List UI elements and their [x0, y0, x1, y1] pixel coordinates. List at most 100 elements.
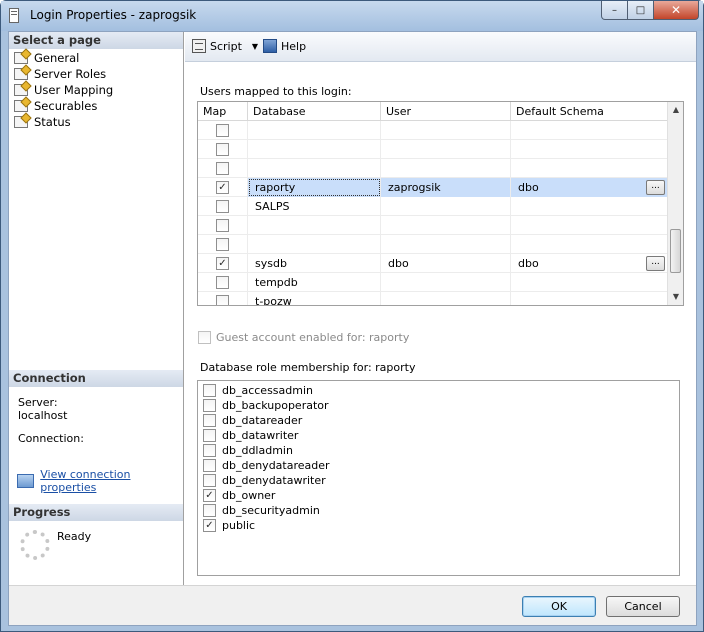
table-row[interactable]: ✓ raporty zaprogsik dbo...: [198, 178, 668, 197]
table-row[interactable]: ✓ sysdb dbo dbo...: [198, 254, 668, 273]
role-checkbox[interactable]: [203, 474, 216, 487]
map-checkbox[interactable]: [216, 162, 229, 175]
user-cell[interactable]: dbo: [381, 254, 511, 273]
role-checkbox[interactable]: [203, 429, 216, 442]
database-cell[interactable]: raporty: [248, 178, 381, 197]
default-schema-cell[interactable]: [511, 273, 668, 292]
page-status[interactable]: Status: [14, 114, 71, 130]
scroll-up-arrow-icon[interactable]: ▲: [668, 102, 683, 118]
dropdown-arrow-icon[interactable]: ▼: [252, 42, 258, 51]
column-header-default-schema[interactable]: Default Schema: [511, 102, 668, 121]
column-header-user[interactable]: User: [381, 102, 511, 121]
script-button[interactable]: Script ▼: [192, 39, 258, 53]
default-schema-cell[interactable]: dbo...: [511, 254, 668, 273]
table-row[interactable]: SALPS: [198, 197, 668, 216]
user-cell[interactable]: [381, 292, 511, 305]
browse-schema-button[interactable]: ...: [646, 256, 665, 271]
default-schema-cell[interactable]: [511, 197, 668, 216]
table-row[interactable]: t-pozw: [198, 292, 668, 305]
user-cell[interactable]: [381, 235, 511, 254]
role-checkbox[interactable]: [203, 459, 216, 472]
role-checkbox[interactable]: [203, 399, 216, 412]
role-item[interactable]: ✓ db_owner: [203, 489, 275, 502]
default-schema-cell[interactable]: dbo...: [511, 178, 668, 197]
database-cell[interactable]: [248, 235, 381, 254]
column-header-map[interactable]: Map: [198, 102, 248, 121]
map-checkbox[interactable]: [216, 124, 229, 137]
role-checkbox[interactable]: ✓: [203, 489, 216, 502]
user-cell[interactable]: [381, 140, 511, 159]
map-checkbox[interactable]: [216, 276, 229, 289]
table-row[interactable]: [198, 159, 668, 178]
role-item[interactable]: db_datawriter: [203, 429, 298, 442]
map-checkbox[interactable]: [216, 295, 229, 305]
role-checkbox[interactable]: [203, 384, 216, 397]
default-schema-cell[interactable]: [511, 235, 668, 254]
user-cell[interactable]: [381, 273, 511, 292]
help-button[interactable]: Help: [263, 39, 306, 53]
role-checkbox[interactable]: ✓: [203, 519, 216, 532]
table-row[interactable]: [198, 216, 668, 235]
role-item[interactable]: db_denydatareader: [203, 459, 330, 472]
role-item[interactable]: db_denydatawriter: [203, 474, 326, 487]
map-checkbox[interactable]: ✓: [216, 257, 229, 270]
user-cell[interactable]: [381, 121, 511, 140]
browse-schema-button[interactable]: ...: [646, 180, 665, 195]
database-cell[interactable]: [248, 140, 381, 159]
map-checkbox[interactable]: ✓: [216, 181, 229, 194]
database-cell[interactable]: SALPS: [248, 197, 381, 216]
role-checkbox[interactable]: [203, 504, 216, 517]
page-icon: [14, 100, 28, 112]
default-schema-cell[interactable]: [511, 140, 668, 159]
page-securables[interactable]: Securables: [14, 98, 97, 114]
map-checkbox[interactable]: [216, 200, 229, 213]
close-button[interactable]: ✕: [654, 1, 699, 20]
column-header-database[interactable]: Database: [248, 102, 381, 121]
table-row[interactable]: [198, 121, 668, 140]
minimize-button[interactable]: –: [601, 1, 628, 20]
database-cell[interactable]: t-pozw: [248, 292, 381, 305]
toolbar: Script ▼ Help: [185, 32, 696, 62]
database-cell[interactable]: tempdb: [248, 273, 381, 292]
role-item[interactable]: db_backupoperator: [203, 399, 329, 412]
user-cell[interactable]: zaprogsik: [381, 178, 511, 197]
default-schema-cell[interactable]: [511, 159, 668, 178]
grid-vertical-scrollbar[interactable]: ▲ ▼: [667, 102, 683, 305]
user-cell[interactable]: [381, 216, 511, 235]
role-checkbox[interactable]: [203, 414, 216, 427]
default-schema-cell[interactable]: [511, 216, 668, 235]
role-item[interactable]: db_accessadmin: [203, 384, 313, 397]
map-checkbox[interactable]: [216, 238, 229, 251]
view-connection-properties-link[interactable]: View connection properties: [17, 468, 183, 494]
database-cell[interactable]: [248, 216, 381, 235]
table-row[interactable]: [198, 235, 668, 254]
page-general[interactable]: General: [14, 50, 79, 66]
page-user-mapping[interactable]: User Mapping: [14, 82, 113, 98]
role-item[interactable]: ✓ public: [203, 519, 255, 532]
role-checkbox[interactable]: [203, 444, 216, 457]
view-connection-link-text[interactable]: View connection properties: [40, 468, 183, 494]
title-bar[interactable]: Login Properties - zaprogsik – □ ✕: [1, 1, 703, 31]
map-checkbox[interactable]: [216, 143, 229, 156]
map-cell: [198, 159, 248, 178]
database-cell[interactable]: [248, 159, 381, 178]
role-item[interactable]: db_securityadmin: [203, 504, 320, 517]
database-cell[interactable]: [248, 121, 381, 140]
cancel-button[interactable]: Cancel: [606, 596, 680, 617]
role-item[interactable]: db_datareader: [203, 414, 302, 427]
table-row[interactable]: [198, 140, 668, 159]
user-cell[interactable]: [381, 159, 511, 178]
page-server-roles[interactable]: Server Roles: [14, 66, 106, 82]
ok-button[interactable]: OK: [522, 596, 596, 617]
database-cell[interactable]: sysdb: [248, 254, 381, 273]
map-checkbox[interactable]: [216, 219, 229, 232]
role-item[interactable]: db_ddladmin: [203, 444, 293, 457]
table-row[interactable]: tempdb: [198, 273, 668, 292]
default-schema-cell[interactable]: [511, 292, 668, 305]
default-schema-cell[interactable]: [511, 121, 668, 140]
scroll-thumb[interactable]: [670, 229, 681, 273]
maximize-button[interactable]: □: [628, 1, 654, 20]
user-cell[interactable]: [381, 197, 511, 216]
scroll-down-arrow-icon[interactable]: ▼: [668, 289, 683, 305]
default-schema-value: dbo: [518, 257, 539, 270]
